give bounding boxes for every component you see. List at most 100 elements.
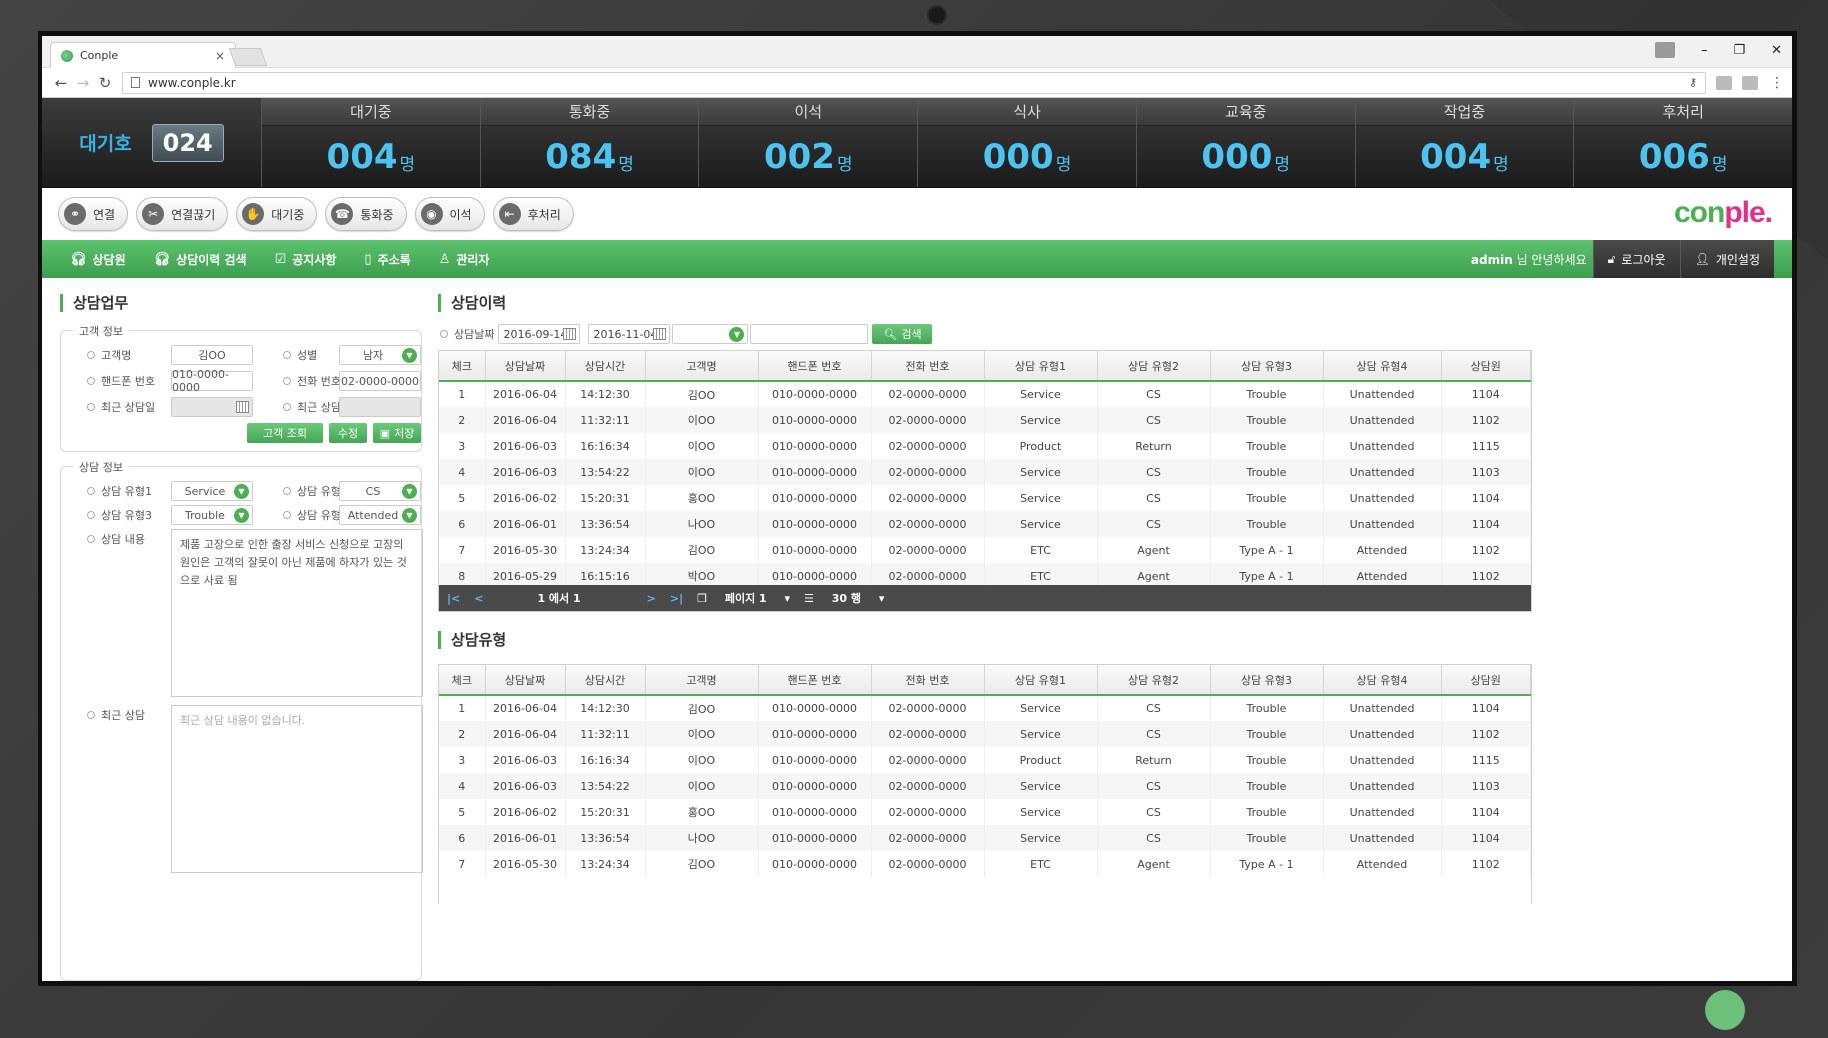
settings-button[interactable]: 👤︎ 개인설정 (1679, 240, 1774, 278)
column-header[interactable]: 상담 유형1 (984, 665, 1098, 696)
table-row[interactable]: 7 2016-05-30 13:24:34 김OO 010-0000-0000 02-00… (439, 537, 1531, 563)
disconnect-button[interactable]: ✂ 연결끊기 (136, 197, 229, 231)
column-header[interactable]: 상담 유형4 (1323, 665, 1442, 696)
column-header[interactable]: 상담날짜 (485, 665, 566, 696)
column-header[interactable]: 상담날짜 (485, 351, 566, 382)
date-from-input[interactable]: 2016-09-14 (498, 324, 581, 344)
extension-icon[interactable] (1716, 75, 1732, 90)
connect-button[interactable]: ⚭ 연결 (58, 197, 129, 231)
minimize-button[interactable]: – (1701, 43, 1708, 58)
column-header[interactable]: 상담 유형1 (984, 351, 1098, 382)
nav-address-book[interactable]: ▯ 주소록 (364, 251, 410, 268)
table-row[interactable]: 6 2016-06-01 13:36:54 나OO 010-0000-0000 02-00… (439, 825, 1531, 851)
page-range: 1 에서 1 (537, 592, 581, 605)
edit-button[interactable]: 수정 (329, 423, 367, 443)
table-row[interactable]: 1 2016-06-04 14:12:30 김OO 010-0000-0000 02-00… (439, 695, 1531, 721)
column-header[interactable]: 상담원 (1441, 351, 1531, 382)
table-cell: 02-0000-0000 (871, 407, 985, 433)
nav-history-search[interactable]: 🎧︎ 상담이력 검색 (154, 251, 247, 268)
logout-button[interactable]: 🔓︎ 로그아웃 (1592, 240, 1680, 278)
customer-name-input[interactable]: 김OO (171, 345, 253, 365)
recent-consult-textarea[interactable]: 최근 상담 내용이 없습니다. (171, 705, 423, 873)
phone-input[interactable]: 02-0000-0000 (339, 371, 421, 391)
column-header[interactable]: 상담시간 (565, 351, 646, 382)
table-row[interactable]: 4 2016-06-03 13:54:22 이OO 010-0000-0000 02-00… (439, 773, 1531, 799)
key-icon[interactable]: ⚷ (1689, 76, 1697, 89)
last-consult-date-input[interactable] (171, 397, 253, 417)
table-row[interactable]: 3 2016-06-03 16:16:34 이OO 010-0000-0000 02-00… (439, 747, 1531, 773)
save-button[interactable]: ▣ 저장 (373, 423, 421, 443)
customer-lookup-button[interactable]: 고객 조회 (247, 423, 323, 443)
search-button[interactable]: 🔍︎ 검색 (872, 324, 933, 344)
table-cell: Unattended (1323, 773, 1442, 799)
profile-icon[interactable] (1654, 42, 1675, 58)
column-header[interactable]: 핸드폰 번호 (758, 351, 872, 382)
maximize-button[interactable]: ❐ (1733, 43, 1745, 58)
calendar-icon[interactable] (563, 328, 577, 340)
next-page-icon[interactable]: > (647, 592, 656, 605)
first-page-icon[interactable]: |< (447, 592, 460, 605)
nav-label: 상담이력 검색 (176, 252, 247, 267)
forward-icon[interactable]: → (72, 74, 94, 92)
table-row[interactable]: 2 2016-06-04 11:32:11 이OO 010-0000-0000 02-00… (439, 721, 1531, 747)
column-header[interactable]: 상담 유형2 (1097, 665, 1211, 696)
post-process-button[interactable]: ⇤ 후처리 (492, 197, 574, 231)
search-keyword-input[interactable] (750, 324, 869, 344)
new-tab-button[interactable] (228, 48, 268, 66)
column-header[interactable]: 체크 (439, 665, 486, 696)
table-row[interactable]: 5 2016-06-02 15:20:31 홍OO 010-0000-0000 02-00… (439, 485, 1531, 511)
column-header[interactable]: 상담원 (1441, 665, 1531, 696)
gender-select[interactable]: 남자 ▼ (339, 345, 421, 365)
away-button[interactable]: ◉ 이석 (414, 197, 485, 231)
column-header[interactable]: 전화 번호 (871, 351, 985, 382)
consult-type3-select[interactable]: Trouble ▼ (171, 505, 253, 525)
calendar-icon[interactable] (236, 401, 249, 413)
date-to-input[interactable]: 2016-11-04 (588, 324, 671, 344)
column-header[interactable]: 전화 번호 (871, 665, 985, 696)
back-icon[interactable]: ← (50, 74, 72, 92)
calendar-icon[interactable] (653, 328, 667, 340)
column-header[interactable]: 상담 유형4 (1323, 351, 1442, 382)
column-header[interactable]: 상담 유형2 (1097, 351, 1211, 382)
browser-menu-icon[interactable]: ⋮ (1770, 75, 1784, 91)
table-row[interactable]: 4 2016-06-03 13:54:22 이OO 010-0000-0000 02-00… (439, 459, 1531, 485)
nav-admin[interactable]: ♙ 관리자 (439, 251, 490, 268)
table-row[interactable]: 1 2016-06-04 14:12:30 김OO 010-0000-0000 02-00… (439, 381, 1531, 407)
column-header[interactable]: 체크 (439, 351, 486, 382)
close-window-button[interactable]: ✕ (1771, 43, 1782, 58)
consult-type1-select[interactable]: Service ▼ (171, 481, 253, 501)
table-row[interactable]: 7 2016-05-30 13:24:34 김OO 010-0000-0000 02-00… (439, 851, 1531, 877)
page-select[interactable]: ❐ 페이지 1 ▾ (697, 590, 790, 606)
column-header[interactable]: 상담 유형3 (1210, 351, 1324, 382)
consult-type2-select[interactable]: CS ▼ (339, 481, 421, 501)
home-button[interactable] (1705, 990, 1745, 1030)
column-header[interactable]: 핸드폰 번호 (758, 665, 872, 696)
consult-content-textarea[interactable]: 제품 고장으로 인한 출장 서비스 신청으로 고장의 원인은 고객의 잘못이 아… (171, 529, 423, 697)
mobile-input[interactable]: 010-0000-0000 (171, 368, 253, 394)
url-input[interactable]: www.conple.kr ⚷ (122, 71, 1706, 94)
search-type-select[interactable]: ▼ (672, 324, 749, 344)
browser-tab[interactable]: Conple × (50, 42, 236, 68)
table-row[interactable]: 3 2016-06-03 16:16:34 이OO 010-0000-0000 02-00… (439, 433, 1531, 459)
column-header[interactable]: 고객명 (645, 665, 759, 696)
last-agent-input[interactable] (339, 397, 421, 417)
tab-close-icon[interactable]: × (215, 49, 225, 63)
rows-select[interactable]: ☰ 30 행 ▾ (804, 590, 884, 606)
table-row[interactable]: 6 2016-06-01 13:36:54 나OO 010-0000-0000 02-00… (439, 511, 1531, 537)
nav-notice[interactable]: ☑ 공지사항 (275, 251, 337, 268)
nav-agent[interactable]: 🎧︎ 상담원 (70, 251, 126, 268)
consult-type4-select[interactable]: Attended ▼ (339, 505, 421, 525)
table-cell: 2016-06-04 (485, 407, 566, 433)
on-call-button[interactable]: ☎ 통화중 (325, 197, 407, 231)
prev-page-icon[interactable]: < (474, 592, 483, 605)
column-header[interactable]: 상담시간 (565, 665, 646, 696)
column-header[interactable]: 상담 유형3 (1210, 665, 1324, 696)
last-page-icon[interactable]: >| (670, 592, 683, 605)
table-row[interactable]: 5 2016-06-02 15:20:31 홍OO 010-0000-0000 02-00… (439, 799, 1531, 825)
waiting-button[interactable]: ✋ 대기중 (236, 197, 318, 231)
reload-icon[interactable]: ↻ (94, 74, 116, 92)
extension-icon[interactable] (1742, 75, 1758, 90)
table-row[interactable]: 2 2016-06-04 11:32:11 이OO 010-0000-0000 02-00… (439, 407, 1531, 433)
column-header[interactable]: 고객명 (645, 351, 759, 382)
table-cell: CS (1097, 721, 1211, 747)
